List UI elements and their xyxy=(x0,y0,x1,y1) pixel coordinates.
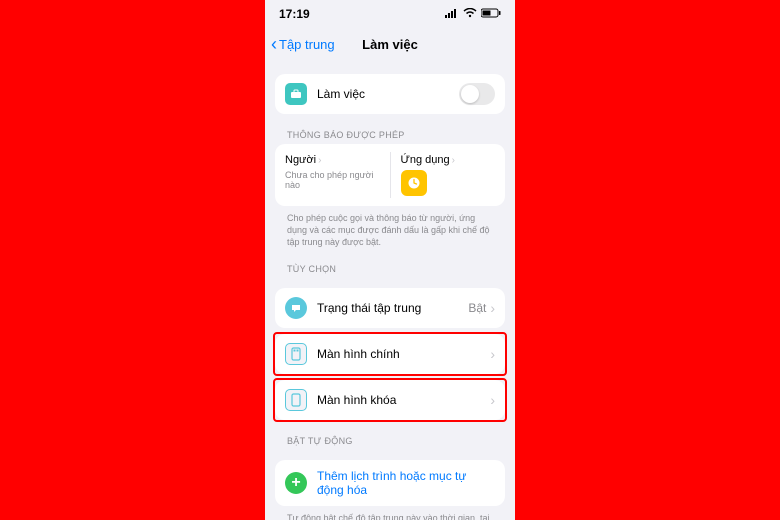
people-label: Người › xyxy=(285,154,380,166)
lock-screen-row[interactable]: Màn hình khóa › xyxy=(275,380,505,420)
status-bar: 17:19 xyxy=(265,0,515,28)
people-sub: Chưa cho phép người nào xyxy=(285,170,380,190)
plus-icon: + xyxy=(285,472,307,494)
back-label: Tập trung xyxy=(279,37,335,52)
home-screen-row[interactable]: Màn hình chính › xyxy=(275,334,505,374)
toggle-label: Làm việc xyxy=(317,87,459,101)
auto-card: + Thêm lịch trình hoặc mục tự động hóa xyxy=(275,460,505,506)
chat-icon xyxy=(285,297,307,319)
battery-icon xyxy=(481,7,501,21)
lock-screen-icon xyxy=(285,389,307,411)
content: Làm việc THÔNG BÁO ĐƯỢC PHÉP Người › Chư… xyxy=(265,74,515,520)
lock-screen-label: Màn hình khóa xyxy=(317,393,490,407)
allowed-footer: Cho phép cuộc gọi và thông báo từ người,… xyxy=(275,206,505,248)
chevron-right-icon: › xyxy=(318,155,321,166)
highlight-lock-screen: Màn hình khóa › xyxy=(273,378,507,422)
focus-toggle-row[interactable]: Làm việc xyxy=(275,74,505,114)
auto-footer: Tự động bật chế độ tập trung này vào thờ… xyxy=(275,506,505,520)
apps-column[interactable]: Ứng dụng › xyxy=(390,152,506,198)
chevron-right-icon: › xyxy=(452,155,455,166)
focus-status-row[interactable]: Trạng thái tập trung Bật › xyxy=(275,288,505,328)
status-time: 17:19 xyxy=(279,7,310,21)
add-schedule-row[interactable]: + Thêm lịch trình hoặc mục tự động hóa xyxy=(275,460,505,506)
clock-app-icon xyxy=(401,170,427,196)
briefcase-icon xyxy=(285,83,307,105)
wifi-icon xyxy=(463,7,477,21)
highlight-home-screen: Màn hình chính › xyxy=(273,332,507,376)
chevron-right-icon: › xyxy=(490,346,495,362)
chevron-right-icon: › xyxy=(490,300,495,316)
options-card: Trạng thái tập trung Bật › xyxy=(275,288,505,328)
home-screen-icon xyxy=(285,343,307,365)
back-button[interactable]: ‹ Tập trung xyxy=(265,34,335,55)
status-indicators xyxy=(445,7,501,21)
phone-frame: 17:19 ‹ Tập trung Làm việc Làm xyxy=(265,0,515,520)
toggle-knob xyxy=(461,85,479,103)
focus-status-label: Trạng thái tập trung xyxy=(317,301,468,315)
allowed-notifications-header: THÔNG BÁO ĐƯỢC PHÉP xyxy=(287,130,501,140)
chevron-left-icon: ‹ xyxy=(271,34,277,55)
signal-icon xyxy=(445,7,459,21)
chevron-right-icon: › xyxy=(490,392,495,408)
auto-header: BẬT TỰ ĐỘNG xyxy=(287,436,501,446)
people-column[interactable]: Người › Chưa cho phép người nào xyxy=(275,152,390,198)
main-toggle-card: Làm việc xyxy=(275,74,505,114)
toggle-switch[interactable] xyxy=(459,83,495,105)
nav-bar: ‹ Tập trung Làm việc xyxy=(265,28,515,60)
apps-label: Ứng dụng › xyxy=(401,154,496,166)
focus-status-value: Bật xyxy=(468,301,486,315)
add-schedule-label: Thêm lịch trình hoặc mục tự động hóa xyxy=(317,469,495,497)
home-screen-label: Màn hình chính xyxy=(317,347,490,361)
allowed-card: Người › Chưa cho phép người nào Ứng dụng… xyxy=(275,144,505,206)
options-header: TÙY CHỌN xyxy=(287,264,501,274)
